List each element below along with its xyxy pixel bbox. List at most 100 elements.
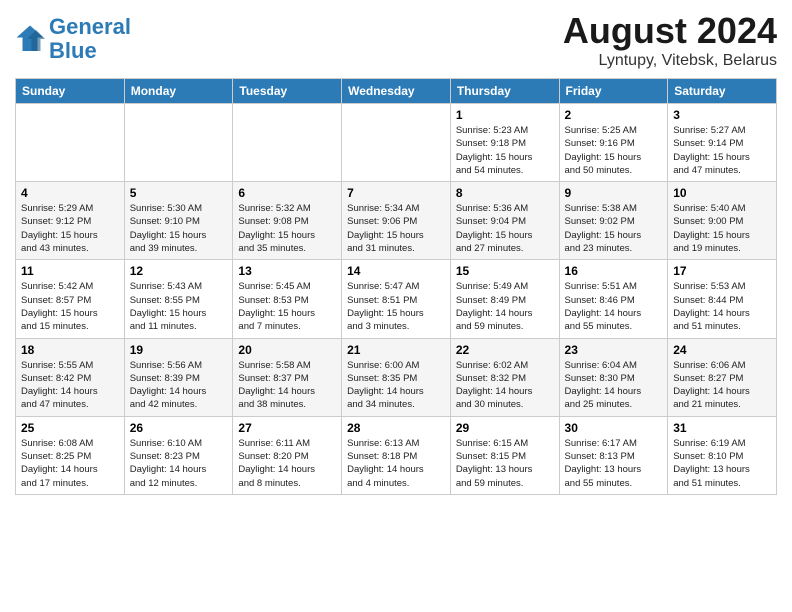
weekday-header-tuesday: Tuesday [233,79,342,104]
day-info: Sunrise: 5:51 AMSunset: 8:46 PMDaylight:… [565,280,663,333]
day-info: Sunrise: 5:42 AMSunset: 8:57 PMDaylight:… [21,280,119,333]
day-cell: 7Sunrise: 5:34 AMSunset: 9:06 PMDaylight… [342,182,451,260]
day-number: 23 [565,343,663,357]
day-number: 25 [21,421,119,435]
day-number: 26 [130,421,228,435]
day-cell: 13Sunrise: 5:45 AMSunset: 8:53 PMDayligh… [233,260,342,338]
day-number: 4 [21,186,119,200]
day-info: Sunrise: 5:29 AMSunset: 9:12 PMDaylight:… [21,202,119,255]
week-row-1: 1Sunrise: 5:23 AMSunset: 9:18 PMDaylight… [16,104,777,182]
day-cell: 16 Sunrise: 5:51 AMSunset: 8:46 PMDayligh… [559,260,668,338]
day-cell: 3Sunrise: 5:27 AMSunset: 9:14 PMDaylight… [668,104,777,182]
day-cell: 5 Sunrise: 5:30 AMSunset: 9:10 PMDaylight… [124,182,233,260]
logo-general: General [49,14,131,39]
day-info: Sunrise: 5:36 AMSunset: 9:04 PMDaylight:… [456,202,554,255]
day-info: Sunrise: 5:53 AMSunset: 8:44 PMDaylight:… [673,280,771,333]
calendar-table: SundayMondayTuesdayWednesdayThursdayFrid… [15,78,777,495]
day-number: 8 [456,186,554,200]
day-info: Sunrise: 6:04 AMSunset: 8:30 PMDaylight:… [565,359,663,412]
day-info: Sunrise: 6:17 AMSunset: 8:13 PMDaylight:… [565,437,663,490]
day-cell: 17 Sunrise: 5:53 AMSunset: 8:44 PMDayligh… [668,260,777,338]
day-cell: 30Sunrise: 6:17 AMSunset: 8:13 PMDayligh… [559,416,668,494]
day-number: 24 [673,343,771,357]
location: Lyntupy, Vitebsk, Belarus [563,52,777,70]
day-cell [233,104,342,182]
day-info: Sunrise: 5:38 AMSunset: 9:02 PMDaylight:… [565,202,663,255]
day-number: 31 [673,421,771,435]
day-cell: 20 Sunrise: 5:58 AMSunset: 8:37 PMDayligh… [233,338,342,416]
day-cell: 22 Sunrise: 6:02 AMSunset: 8:32 PMDayligh… [450,338,559,416]
day-info: Sunrise: 6:08 AMSunset: 8:25 PMDaylight:… [21,437,119,490]
day-number: 14 [347,264,445,278]
day-info: Sunrise: 5:25 AMSunset: 9:16 PMDaylight:… [565,124,663,177]
day-cell: 28Sunrise: 6:13 AMSunset: 8:18 PMDayligh… [342,416,451,494]
day-cell: 21Sunrise: 6:00 AMSunset: 8:35 PMDayligh… [342,338,451,416]
day-number: 17 [673,264,771,278]
logo-icon [15,24,45,54]
day-info: Sunrise: 6:11 AMSunset: 8:20 PMDaylight:… [238,437,336,490]
day-number: 16 [565,264,663,278]
day-cell: 12 Sunrise: 5:43 AMSunset: 8:55 PMDayligh… [124,260,233,338]
weekday-header-friday: Friday [559,79,668,104]
day-number: 20 [238,343,336,357]
day-info: Sunrise: 6:10 AMSunset: 8:23 PMDaylight:… [130,437,228,490]
weekday-header-wednesday: Wednesday [342,79,451,104]
day-info: Sunrise: 5:32 AMSunset: 9:08 PMDaylight:… [238,202,336,255]
logo-text: General Blue [49,15,131,63]
month-year: August 2024 [563,10,777,52]
day-number: 7 [347,186,445,200]
day-number: 21 [347,343,445,357]
day-number: 6 [238,186,336,200]
day-info: Sunrise: 5:55 AMSunset: 8:42 PMDaylight:… [21,359,119,412]
day-cell: 11 Sunrise: 5:42 AMSunset: 8:57 PMDayligh… [16,260,125,338]
day-cell: 25 Sunrise: 6:08 AMSunset: 8:25 PMDayligh… [16,416,125,494]
day-info: Sunrise: 5:49 AMSunset: 8:49 PMDaylight:… [456,280,554,333]
day-info: Sunrise: 5:40 AMSunset: 9:00 PMDaylight:… [673,202,771,255]
day-info: Sunrise: 5:58 AMSunset: 8:37 PMDaylight:… [238,359,336,412]
day-number: 1 [456,108,554,122]
weekday-header-thursday: Thursday [450,79,559,104]
day-cell: 27 Sunrise: 6:11 AMSunset: 8:20 PMDayligh… [233,416,342,494]
day-number: 12 [130,264,228,278]
day-cell: 23 Sunrise: 6:04 AMSunset: 8:30 PMDayligh… [559,338,668,416]
day-cell: 10 Sunrise: 5:40 AMSunset: 9:00 PMDayligh… [668,182,777,260]
day-number: 9 [565,186,663,200]
day-cell: 24 Sunrise: 6:06 AMSunset: 8:27 PMDayligh… [668,338,777,416]
day-cell: 8 Sunrise: 5:36 AMSunset: 9:04 PMDaylight… [450,182,559,260]
day-number: 15 [456,264,554,278]
day-cell: 26 Sunrise: 6:10 AMSunset: 8:23 PMDayligh… [124,416,233,494]
day-number: 10 [673,186,771,200]
day-cell: 6 Sunrise: 5:32 AMSunset: 9:08 PMDaylight… [233,182,342,260]
day-number: 22 [456,343,554,357]
day-info: Sunrise: 5:27 AMSunset: 9:14 PMDaylight:… [673,124,771,177]
logo-blue: Blue [49,38,97,63]
day-info: Sunrise: 5:45 AMSunset: 8:53 PMDaylight:… [238,280,336,333]
day-cell [124,104,233,182]
day-info: Sunrise: 6:02 AMSunset: 8:32 PMDaylight:… [456,359,554,412]
day-number: 19 [130,343,228,357]
day-cell: 31Sunrise: 6:19 AMSunset: 8:10 PMDayligh… [668,416,777,494]
day-info: Sunrise: 6:13 AMSunset: 8:18 PMDaylight:… [347,437,445,490]
week-row-2: 4 Sunrise: 5:29 AMSunset: 9:12 PMDaylight… [16,182,777,260]
day-cell: 18Sunrise: 5:55 AMSunset: 8:42 PMDayligh… [16,338,125,416]
day-info: Sunrise: 6:06 AMSunset: 8:27 PMDaylight:… [673,359,771,412]
day-info: Sunrise: 5:30 AMSunset: 9:10 PMDaylight:… [130,202,228,255]
weekday-header-saturday: Saturday [668,79,777,104]
day-cell [342,104,451,182]
day-number: 11 [21,264,119,278]
day-cell: 15 Sunrise: 5:49 AMSunset: 8:49 PMDayligh… [450,260,559,338]
day-number: 2 [565,108,663,122]
day-info: Sunrise: 5:43 AMSunset: 8:55 PMDaylight:… [130,280,228,333]
title-area: August 2024 Lyntupy, Vitebsk, Belarus [563,10,777,70]
week-row-4: 18Sunrise: 5:55 AMSunset: 8:42 PMDayligh… [16,338,777,416]
day-cell: 14 Sunrise: 5:47 AMSunset: 8:51 PMDayligh… [342,260,451,338]
weekday-header-monday: Monday [124,79,233,104]
day-info: Sunrise: 5:47 AMSunset: 8:51 PMDaylight:… [347,280,445,333]
week-row-5: 25 Sunrise: 6:08 AMSunset: 8:25 PMDayligh… [16,416,777,494]
day-number: 27 [238,421,336,435]
weekday-header-sunday: Sunday [16,79,125,104]
day-number: 5 [130,186,228,200]
weekday-header-row: SundayMondayTuesdayWednesdayThursdayFrid… [16,79,777,104]
day-cell: 19Sunrise: 5:56 AMSunset: 8:39 PMDayligh… [124,338,233,416]
day-cell: 4 Sunrise: 5:29 AMSunset: 9:12 PMDaylight… [16,182,125,260]
